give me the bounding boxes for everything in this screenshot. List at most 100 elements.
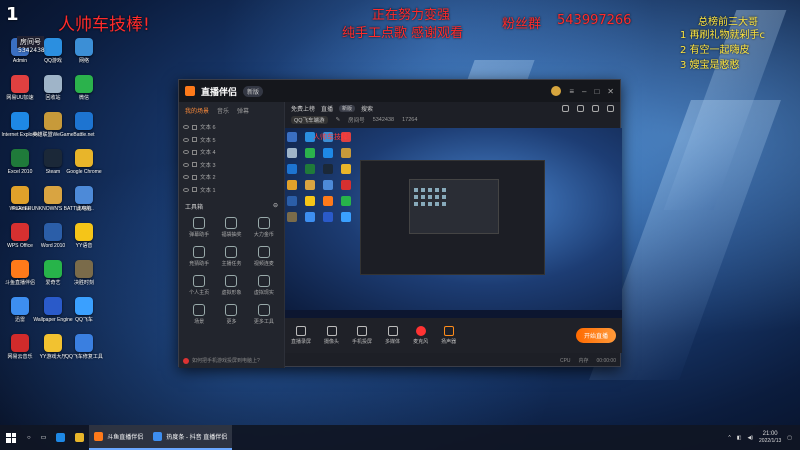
desktop-icon[interactable]: 英雄联盟WeGame bbox=[32, 112, 74, 152]
stream-preview[interactable]: 人帅车技棒! bbox=[285, 128, 622, 318]
desktop-icon[interactable]: 迅雷 bbox=[4, 297, 36, 337]
desktop-icon[interactable]: Wallpaper Engine bbox=[33, 297, 73, 337]
tool-item[interactable]: 更多 bbox=[215, 304, 247, 325]
channel-tab[interactable]: 搜索 bbox=[361, 104, 373, 113]
scene-item[interactable]: 文本 6 bbox=[183, 121, 280, 134]
microphone-button[interactable]: 麦克风 bbox=[413, 326, 428, 345]
tool-item[interactable]: 更多工具 bbox=[248, 304, 280, 325]
desktop-icon[interactable]: 回收站 bbox=[37, 75, 69, 115]
volume-icon[interactable]: ◀) bbox=[748, 435, 754, 441]
taskbar-app-button[interactable]: 斗鱼直播伴侣 bbox=[89, 425, 149, 450]
channel-tab[interactable]: 直播 bbox=[321, 104, 333, 113]
scene-item[interactable]: 文本 4 bbox=[183, 146, 280, 159]
start-live-button[interactable]: 开始直播 bbox=[575, 328, 616, 343]
channel-tab[interactable]: 免费上榜 bbox=[291, 104, 315, 113]
edit-icon[interactable]: ✎ bbox=[336, 117, 341, 123]
scene-item[interactable]: 文本 5 bbox=[183, 134, 280, 147]
screen-record-button[interactable]: 直播录屏 bbox=[291, 326, 311, 345]
tool-item[interactable]: 弹幕助手 bbox=[183, 217, 215, 238]
desktop-icon[interactable]: 网易云音乐 bbox=[4, 334, 36, 374]
desktop-icon[interactable]: WPS Office bbox=[4, 223, 36, 263]
tab-scenes[interactable]: 我的场景 bbox=[185, 106, 209, 115]
camera-button[interactable]: 摄像头 bbox=[324, 326, 339, 345]
tool-item[interactable]: 场景 bbox=[183, 304, 215, 325]
taskbar-app-button[interactable]: 热度条 - 抖音 直播伴侣 bbox=[148, 425, 233, 450]
ie-button[interactable] bbox=[51, 425, 70, 450]
desktop-icon[interactable]: Battle.net bbox=[68, 112, 100, 152]
settings-icon[interactable] bbox=[592, 105, 599, 112]
desktop-icon[interactable]: 爱奇艺 bbox=[37, 260, 69, 300]
desktop-icon[interactable]: 网易UU加速 bbox=[4, 75, 36, 115]
maximize-icon[interactable]: □ bbox=[594, 87, 599, 96]
tool-item[interactable]: 主播任务 bbox=[215, 246, 247, 267]
app-icon bbox=[75, 75, 93, 93]
tool-item[interactable]: 视频连麦 bbox=[248, 246, 280, 267]
desktop-icon[interactable]: 微信 bbox=[68, 75, 100, 115]
tool-item[interactable]: 虚拟形象 bbox=[215, 275, 247, 296]
clock[interactable]: 21:00 2022/1/13 bbox=[759, 431, 781, 445]
notification-icon[interactable] bbox=[577, 105, 584, 112]
eye-icon[interactable] bbox=[183, 125, 189, 130]
eye-icon[interactable] bbox=[183, 162, 189, 167]
tool-item[interactable]: 大力金币 bbox=[248, 217, 280, 238]
desktop-icon[interactable]: 斗鱼直播伴侣 bbox=[4, 260, 36, 300]
live-timer: 00:00:00 bbox=[596, 357, 616, 364]
scene-label: 文本 2 bbox=[200, 175, 216, 182]
app-version-badge[interactable]: 新版 bbox=[243, 85, 264, 97]
tab-danmaku[interactable]: 弹幕 bbox=[237, 106, 249, 115]
scene-item[interactable]: 文本 2 bbox=[183, 171, 280, 184]
lock-icon[interactable] bbox=[192, 174, 197, 180]
tray-chevron-icon[interactable]: ^ bbox=[728, 435, 730, 441]
phone-cast-button[interactable]: 手机投屏 bbox=[352, 326, 372, 345]
toolbox-collapse-icon[interactable]: ⊖ bbox=[273, 202, 278, 211]
desktop-icon-label: Wallpaper Engine bbox=[33, 317, 73, 323]
eye-icon[interactable] bbox=[183, 137, 189, 142]
scene-item[interactable]: 文本 1 bbox=[183, 184, 280, 197]
desktop-icon[interactable]: YY语音 bbox=[68, 223, 100, 263]
tool-label: 主播任务 bbox=[221, 261, 242, 267]
explorer-button[interactable] bbox=[70, 425, 89, 450]
scene-item[interactable]: 文本 3 bbox=[183, 159, 280, 172]
share-icon[interactable] bbox=[607, 105, 614, 112]
tool-item[interactable]: 福袋抽奖 bbox=[215, 217, 247, 238]
lock-icon[interactable] bbox=[192, 124, 197, 130]
start-button[interactable] bbox=[0, 425, 22, 450]
close-icon[interactable]: ✕ bbox=[607, 87, 614, 96]
avatar[interactable] bbox=[551, 86, 562, 96]
multimedia-button[interactable]: 多媒体 bbox=[385, 326, 400, 345]
desktop-icon[interactable]: 网络 bbox=[68, 38, 100, 78]
eye-icon[interactable] bbox=[183, 150, 189, 155]
task-view-button[interactable]: ▭ bbox=[36, 425, 52, 450]
eye-icon[interactable] bbox=[183, 187, 189, 192]
desktop-icon[interactable]: 此电脑 bbox=[68, 186, 100, 226]
desktop-icon-label: YY语音 bbox=[75, 243, 93, 249]
tool-icon bbox=[193, 217, 206, 229]
tool-item[interactable]: 虚拟现实 bbox=[248, 275, 280, 296]
tab-music[interactable]: 音乐 bbox=[217, 106, 229, 115]
desktop-icon[interactable]: 决胜时刻 bbox=[68, 260, 100, 300]
eye-icon[interactable] bbox=[183, 175, 189, 180]
left-panel-tip[interactable]: 如何把手机游戏投屏到电脑上? bbox=[183, 357, 260, 364]
network-icon[interactable]: ◧ bbox=[737, 435, 742, 441]
gift-icon[interactable] bbox=[562, 105, 569, 112]
phone-icon bbox=[357, 326, 368, 336]
search-button[interactable]: ○ bbox=[22, 425, 36, 450]
desktop-icon[interactable]: Google Chrome bbox=[66, 149, 102, 189]
minimize-icon[interactable]: – bbox=[582, 87, 586, 96]
tool-item[interactable]: 个人主页 bbox=[183, 275, 215, 296]
menu-icon[interactable]: ≡ bbox=[569, 87, 574, 96]
desktop-icon[interactable]: QQ飞车修复工具 bbox=[65, 334, 103, 374]
lock-icon[interactable] bbox=[192, 187, 197, 193]
speaker-button[interactable]: 扬声器 bbox=[441, 326, 456, 345]
lock-icon[interactable] bbox=[192, 162, 197, 168]
desktop-icon[interactable]: Word 2010 bbox=[37, 223, 69, 263]
desktop-icon[interactable]: QQ飞车 bbox=[68, 297, 100, 337]
desktop-icon[interactable]: Excel 2010 bbox=[4, 149, 36, 189]
tool-item[interactable]: 竞猜助手 bbox=[183, 246, 215, 267]
channel-category-tag[interactable]: QQ飞车端游 bbox=[291, 116, 328, 124]
lock-icon[interactable] bbox=[192, 137, 197, 143]
lock-icon[interactable] bbox=[192, 149, 197, 155]
desktop-icon[interactable]: Steam bbox=[37, 149, 69, 189]
desktop-icon[interactable]: PLAYERUNKNOWN'S BATTLEGR... bbox=[12, 186, 94, 226]
notification-center-icon[interactable]: ▢ bbox=[787, 435, 792, 441]
